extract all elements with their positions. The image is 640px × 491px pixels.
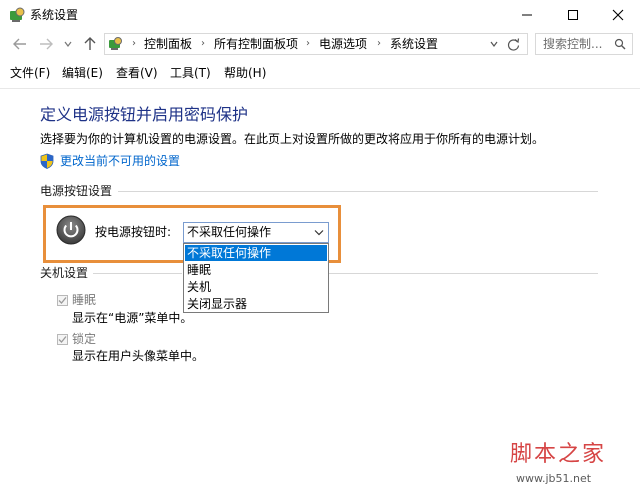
lock-label: 锁定 (72, 332, 97, 346)
minimize-button[interactable] (504, 0, 550, 30)
breadcrumb-separator-icon: › (201, 38, 205, 49)
power-button-action-dropdown: 不采取任何操作 睡眠 关机 关闭显示器 (183, 243, 329, 313)
breadcrumb-separator-icon: › (132, 38, 136, 49)
sleep-description: 显示在“电源”菜单中。 (72, 311, 193, 325)
page-description: 选择要为你的计算机设置的电源设置。在此页上对设置所做的更改将应用于你所有的电源计… (40, 132, 545, 146)
section-divider (329, 273, 598, 274)
sleep-checkbox[interactable] (57, 295, 68, 306)
control-panel-icon (10, 7, 25, 22)
window-title: 系统设置 (30, 8, 79, 22)
search-icon (614, 38, 626, 50)
breadcrumb-power-options[interactable]: 电源选项 (319, 37, 367, 51)
checkmark-icon (58, 336, 67, 343)
lock-description: 显示在用户头像菜单中。 (72, 349, 205, 363)
power-icon (56, 215, 86, 245)
shield-icon (40, 153, 54, 169)
maximize-button[interactable] (550, 0, 596, 30)
chevron-down-icon (490, 41, 498, 47)
forward-button[interactable] (38, 36, 54, 52)
menu-divider (0, 88, 640, 89)
lock-checkbox[interactable] (57, 334, 68, 345)
search-placeholder: 搜索控制... (543, 37, 603, 51)
maximize-icon (568, 10, 578, 20)
recent-locations-button[interactable] (62, 36, 74, 52)
back-button[interactable] (12, 36, 28, 52)
menu-help[interactable]: 帮助(H) (224, 66, 266, 80)
menu-tools[interactable]: 工具(T) (170, 66, 211, 80)
option-turn-off-display[interactable]: 关闭显示器 (185, 296, 327, 312)
chevron-down-icon (64, 41, 72, 47)
sleep-label: 睡眠 (72, 293, 97, 307)
menu-file[interactable]: 文件(F) (10, 66, 50, 80)
option-do-nothing[interactable]: 不采取任何操作 (185, 245, 327, 261)
section-divider (118, 191, 598, 192)
option-shut-down[interactable]: 关机 (185, 279, 327, 295)
option-sleep[interactable]: 睡眠 (185, 262, 327, 278)
section-divider (93, 273, 182, 274)
checkmark-icon (58, 297, 67, 304)
select-chevron (313, 225, 325, 239)
close-icon (612, 9, 624, 21)
control-panel-icon (109, 37, 122, 50)
forward-arrow-icon (40, 38, 53, 50)
watermark-url: www.jb51.net (516, 472, 592, 485)
menu-edit[interactable]: 编辑(E) (62, 66, 103, 80)
change-unavailable-settings-link[interactable]: 更改当前不可用的设置 (60, 154, 180, 168)
power-button-label: 按电源按钮时: (95, 225, 172, 239)
refresh-button[interactable] (505, 36, 521, 52)
refresh-icon (507, 37, 519, 51)
power-button-section-heading: 电源按钮设置 (40, 184, 113, 198)
up-button[interactable] (82, 36, 98, 52)
menu-view[interactable]: 查看(V) (116, 66, 158, 80)
watermark-brand: 脚本之家 (510, 442, 607, 467)
breadcrumb-separator-icon: › (306, 38, 310, 49)
breadcrumb-control-panel[interactable]: 控制面板 (144, 37, 192, 51)
close-button[interactable] (596, 0, 640, 30)
power-button-action-value: 不采取任何操作 (187, 225, 272, 239)
breadcrumb-system-settings[interactable]: 系统设置 (390, 37, 438, 51)
page-title: 定义电源按钮并启用密码保护 (40, 105, 249, 124)
address-dropdown-button[interactable] (487, 36, 501, 52)
minimize-icon (522, 14, 532, 16)
up-arrow-icon (84, 37, 96, 50)
chevron-down-icon (314, 229, 324, 235)
breadcrumb-separator-icon: › (377, 38, 381, 49)
back-arrow-icon (13, 38, 26, 50)
breadcrumb-all-items[interactable]: 所有控制面板项 (214, 37, 298, 51)
shutdown-section-heading: 关机设置 (40, 266, 89, 280)
